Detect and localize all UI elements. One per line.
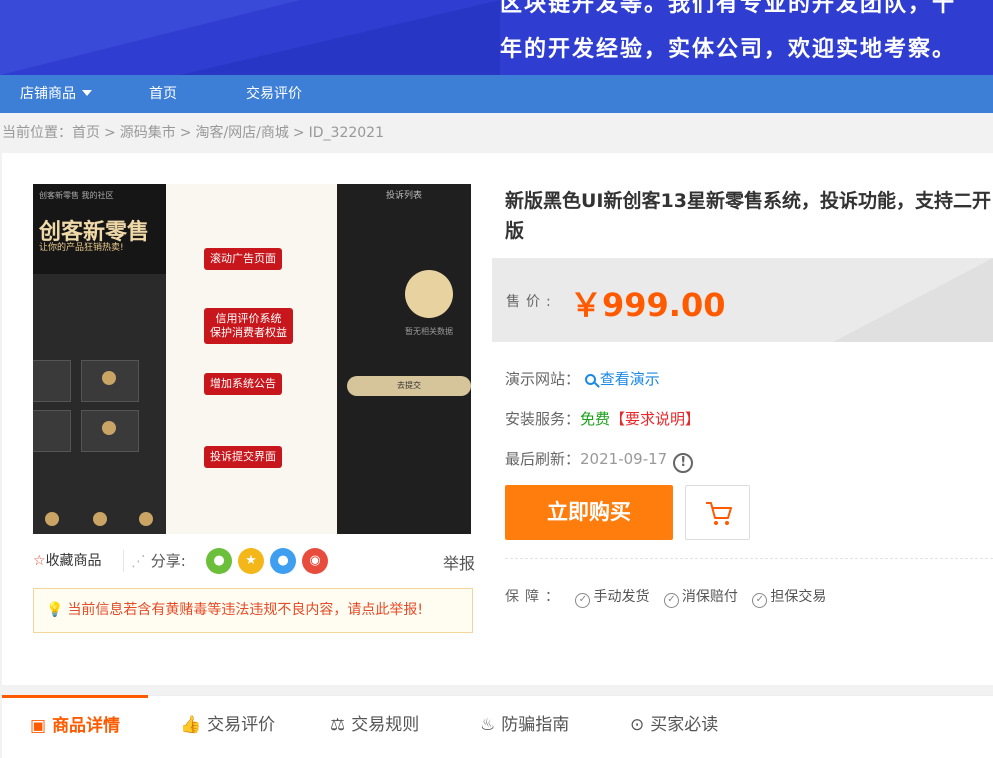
screenshot-app-home: 创客新零售 我的社区 创客新零售 让你的产品狂销热卖! <box>33 184 166 534</box>
nav-home[interactable]: 首页 <box>149 75 177 113</box>
bulb-icon: ♨ <box>480 715 496 735</box>
install-row: 安装服务：免费【要求说明】 <box>505 408 700 429</box>
feature-tag: 投诉提交界面 <box>204 446 282 468</box>
banner-text-line-1: 区块链开发等。我们有专业的开发团队，十 <box>500 0 957 17</box>
screenshot-submit-button: 去提交 <box>347 376 471 396</box>
check-icon: ✓ <box>663 593 679 608</box>
detail-tabs: ▣ 商品详情 👍 交易评价 ⚖ 交易规则 ♨ 防骗指南 ⊙ 买家必读 <box>2 695 993 758</box>
report-link[interactable]: 举报 <box>443 550 475 574</box>
breadcrumb-prefix: 当前位置： <box>2 125 72 141</box>
header-banner: 区块链开发等。我们有专业的开发团队，十 年的开发经验，实体公司，欢迎实地考察。 <box>0 0 993 75</box>
tab-trade-rules[interactable]: ⚖ 交易规则 <box>330 695 419 758</box>
demo-row: 演示网站： 查看演示 <box>505 368 660 389</box>
info-icon[interactable]: ! <box>673 453 694 473</box>
screenshot-tile <box>81 410 139 452</box>
guarantee-compensation: ✓ 消保赔付 <box>663 589 738 608</box>
guarantee-row: 保障： ✓ 手动发货 ✓ 消保赔付 ✓ 担保交易 <box>505 586 836 608</box>
breadcrumb-id: ID_322021 <box>308 125 384 141</box>
qzone-share-icon[interactable]: ★ <box>238 548 264 574</box>
buy-now-button[interactable]: 立即购买 <box>505 485 673 540</box>
tab-trade-reviews[interactable]: 👍 交易评价 <box>180 695 275 758</box>
price-label: 售价: <box>506 294 557 310</box>
screenshot-complaint-list: 投诉列表 暂无相关数据 去提交 <box>337 184 471 534</box>
breadcrumb-separator: > <box>292 125 305 141</box>
breadcrumb-separator: > <box>104 125 116 141</box>
guarantee-manual-delivery: ✓ 手动发货 <box>575 589 649 608</box>
price-value: ￥999.00 <box>570 286 726 324</box>
screenshot-subtitle: 让你的产品狂销热卖! <box>39 243 124 253</box>
check-icon: ✓ <box>752 593 768 608</box>
refresh-label: 最后刷新： <box>505 450 581 468</box>
requirements-link[interactable]: 【要求说明】 <box>610 410 700 428</box>
screenshot-right-title: 投诉列表 <box>385 191 422 201</box>
product-card: 创客新零售 我的社区 创客新零售 让你的产品狂销热卖! 滚动广告页面 信用评价系… <box>2 153 993 685</box>
guarantee-escrow: ✓ 担保交易 <box>752 589 826 608</box>
banner-text-line-2: 年的开发经验，实体公司，欢迎实地考察。 <box>500 36 957 62</box>
weibo-share-icon[interactable]: ◉ <box>302 548 328 574</box>
install-label: 安装服务： <box>505 410 581 428</box>
nav-trade-reviews[interactable]: 交易评价 <box>246 75 302 113</box>
screenshot-tile <box>81 360 139 402</box>
breadcrumb-home[interactable]: 首页 <box>72 125 100 141</box>
compass-icon: ⊙ <box>630 715 645 735</box>
wechat-share-icon[interactable]: ● <box>206 548 232 574</box>
screenshot-feature-list: 滚动广告页面 信用评价系统 保护消费者权益 增加系统公告 投诉提交界面 <box>166 184 337 534</box>
chart-icon: ▣ <box>30 716 47 736</box>
search-icon <box>584 374 596 385</box>
guarantee-label: 保障： <box>505 589 565 605</box>
install-value: 免费 <box>580 410 611 428</box>
qq-share-icon[interactable]: ● <box>270 548 296 574</box>
breadcrumb-market[interactable]: 源码集市 <box>120 125 176 141</box>
report-notice[interactable]: 💡 当前信息若含有黄赌毒等违法违规不良内容，请点此举报! <box>33 588 473 633</box>
shop-nav: 店铺商品 首页 交易评价 <box>0 75 993 113</box>
lightbulb-icon: 💡 <box>46 602 64 618</box>
divider <box>123 550 124 572</box>
breadcrumb-category[interactable]: 淘客/网店/商城 <box>195 125 288 141</box>
star-icon: ☆ <box>33 553 46 569</box>
empty-state-icon <box>405 270 453 318</box>
screenshot-tile <box>33 410 71 452</box>
product-title: 新版黑色UI新创客13星新零售系统，投诉功能，支持二开版 <box>505 190 991 242</box>
banner-decoration <box>180 0 500 75</box>
view-demo-link[interactable]: 查看演示 <box>584 370 660 388</box>
add-to-cart-button[interactable] <box>685 485 750 540</box>
feature-tag: 滚动广告页面 <box>204 248 282 270</box>
nav-shop-products[interactable]: 店铺商品 <box>20 75 92 113</box>
feature-tag: 信用评价系统 保护消费者权益 <box>204 308 293 344</box>
tab-anti-fraud-guide[interactable]: ♨ 防骗指南 <box>480 695 569 758</box>
divider <box>505 558 993 559</box>
breadcrumb: 当前位置：首页 > 源码集市 > 淘客/网店/商城 > ID_322021 <box>2 122 384 142</box>
favorite-button[interactable]: ☆收藏商品 <box>33 550 102 570</box>
cart-icon <box>706 502 732 525</box>
share-icon: ⋰ <box>131 552 146 570</box>
tab-product-details[interactable]: ▣ 商品详情 <box>2 695 149 758</box>
feature-tag: 增加系统公告 <box>204 373 282 395</box>
share-group: ⋰ 分享: <box>131 552 186 570</box>
tab-buyer-must-read[interactable]: ⊙ 买家必读 <box>630 695 718 758</box>
product-actions: ☆收藏商品 ⋰ 分享: ● ★ ● ◉ 举报 <box>33 548 475 574</box>
scale-icon: ⚖ <box>330 715 346 735</box>
breadcrumb-separator: > <box>179 125 192 141</box>
thumbs-up-icon: 👍 <box>180 715 202 735</box>
caret-down-icon <box>82 90 92 96</box>
screenshot-header-text: 创客新零售 我的社区 <box>39 191 114 200</box>
product-image[interactable]: 创客新零售 我的社区 创客新零售 让你的产品狂销热卖! 滚动广告页面 信用评价系… <box>33 184 471 534</box>
refresh-date: 2021-09-17 <box>580 450 668 468</box>
refresh-row: 最后刷新：2021-09-17! <box>505 448 694 473</box>
price-box: 售价: ￥999.00 <box>492 258 993 342</box>
check-icon: ✓ <box>575 593 591 608</box>
demo-label: 演示网站： <box>505 370 581 388</box>
screenshot-tile <box>33 360 71 402</box>
screenshot-empty-text: 暂无相关数据 <box>405 327 453 336</box>
